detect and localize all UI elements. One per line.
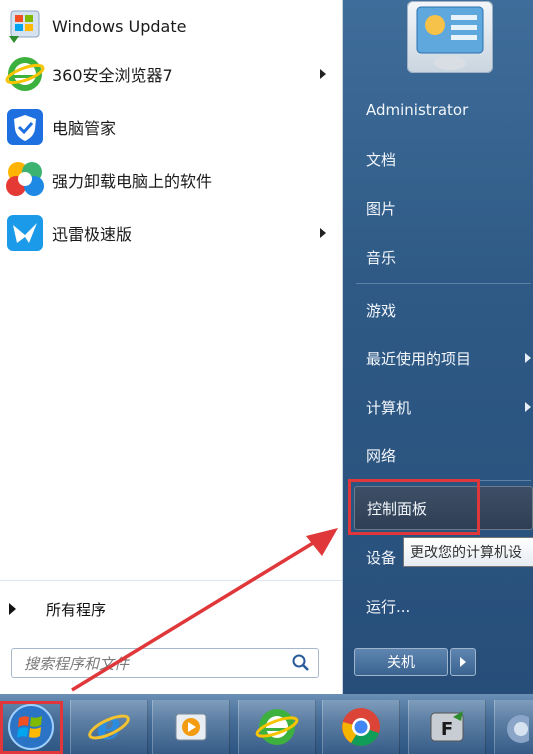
annotation-arrow-icon: [71, 528, 338, 692]
